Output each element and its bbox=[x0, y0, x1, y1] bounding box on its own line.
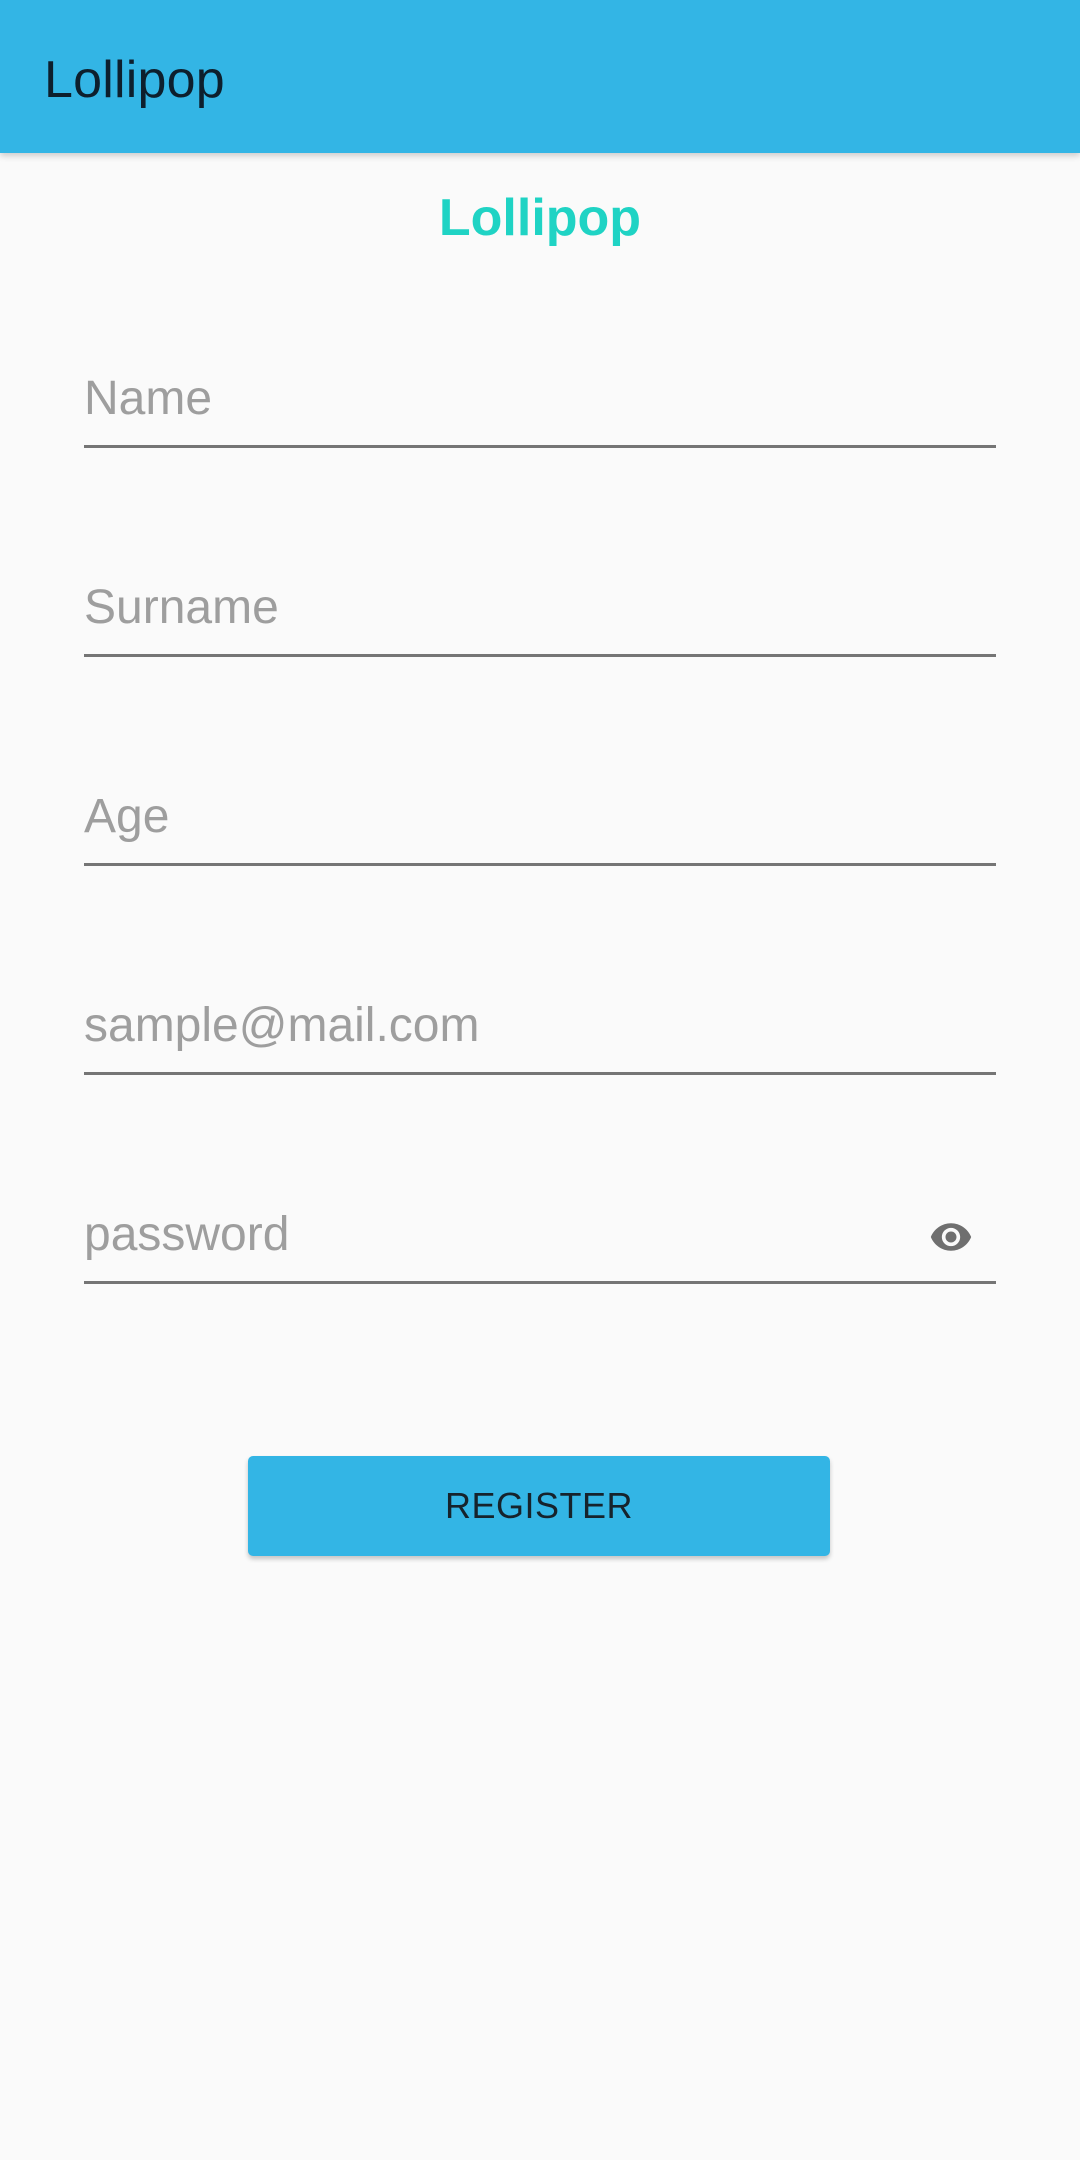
name-input[interactable] bbox=[84, 355, 996, 441]
email-field-container bbox=[84, 982, 996, 1075]
password-field-container bbox=[84, 1191, 996, 1284]
surname-field-container bbox=[84, 564, 996, 657]
name-field-container bbox=[84, 355, 996, 448]
age-field-container bbox=[84, 773, 996, 866]
eye-icon[interactable] bbox=[920, 1215, 982, 1259]
age-input[interactable] bbox=[84, 773, 996, 859]
password-input[interactable] bbox=[84, 1191, 906, 1277]
app-bar-title: Lollipop bbox=[44, 51, 225, 109]
page-heading: Lollipop bbox=[438, 189, 642, 247]
surname-input[interactable] bbox=[84, 564, 996, 650]
app-bar: Lollipop bbox=[0, 0, 1080, 153]
email-input[interactable] bbox=[84, 982, 996, 1068]
register-button[interactable]: REGISTER bbox=[248, 1456, 830, 1556]
